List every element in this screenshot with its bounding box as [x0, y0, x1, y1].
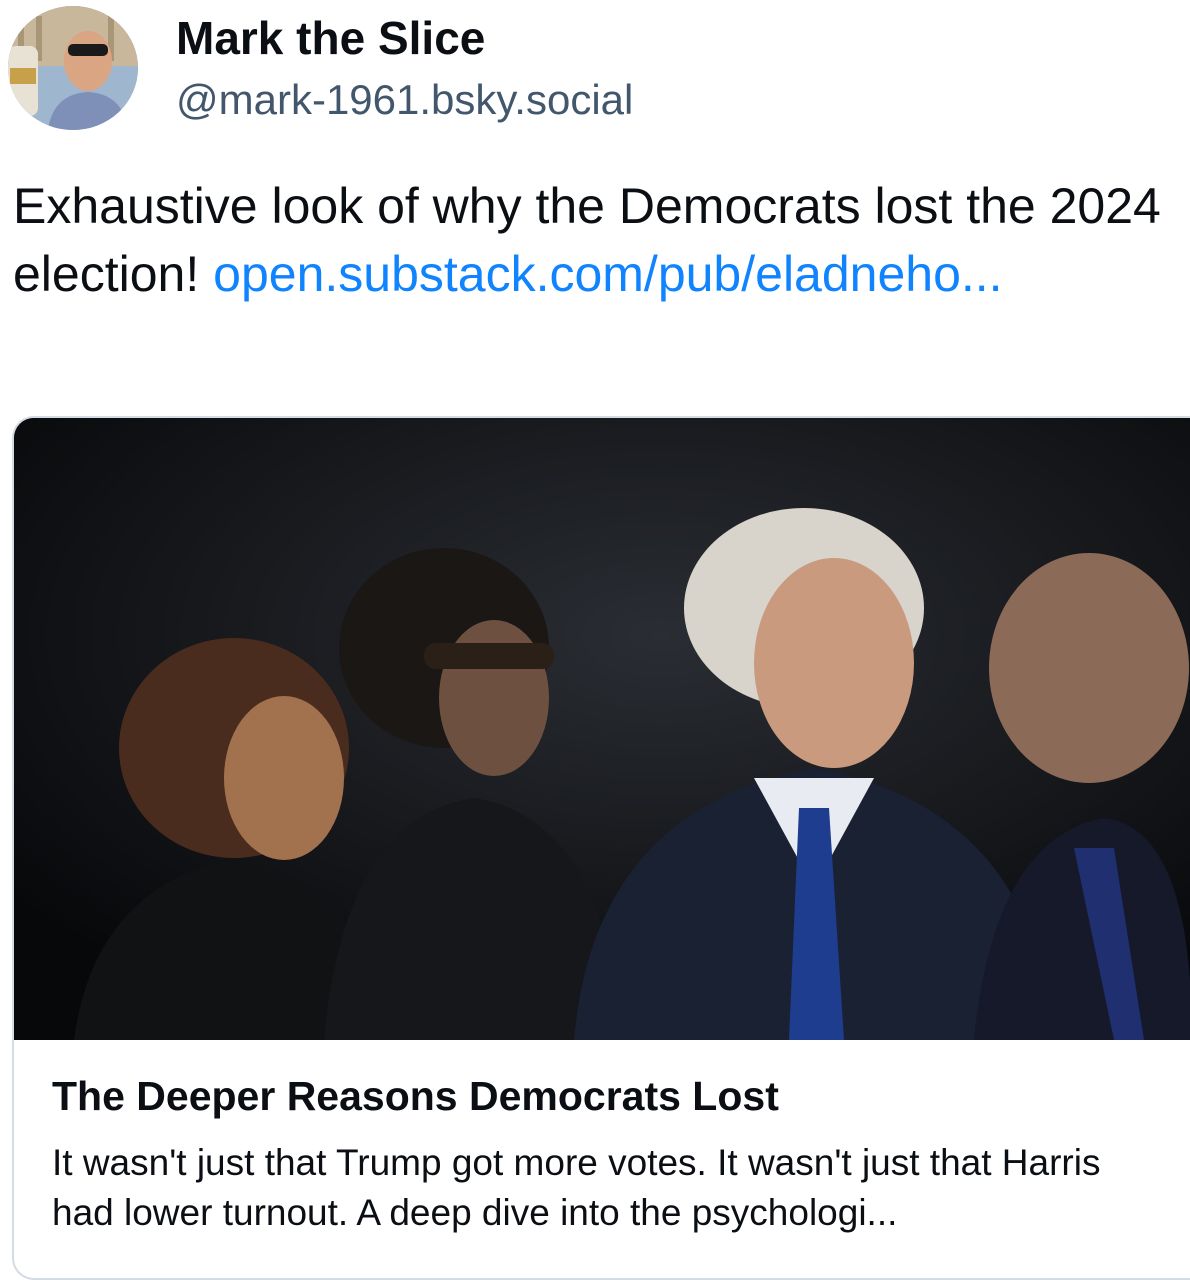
post-text: Exhaustive look of why the Democrats los…: [13, 172, 1173, 308]
link-preview-card[interactable]: The Deeper Reasons Democrats Lost It was…: [12, 416, 1190, 1280]
author-handle[interactable]: @mark-1961.bsky.social: [176, 74, 633, 126]
card-title: The Deeper Reasons Democrats Lost: [52, 1073, 779, 1119]
thumbnail-photo: [14, 418, 1190, 1040]
post-header: Mark the Slice @mark-1961.bsky.social: [0, 0, 1190, 140]
author-display-name[interactable]: Mark the Slice: [176, 10, 485, 66]
card-description: It wasn't just that Trump got more votes…: [52, 1142, 1101, 1233]
post-link[interactable]: open.substack.com/pub/eladneho...: [213, 246, 1002, 302]
card-thumbnail-image: [14, 418, 1190, 1040]
avatar-image: [8, 6, 138, 130]
user-avatar[interactable]: [8, 6, 138, 130]
